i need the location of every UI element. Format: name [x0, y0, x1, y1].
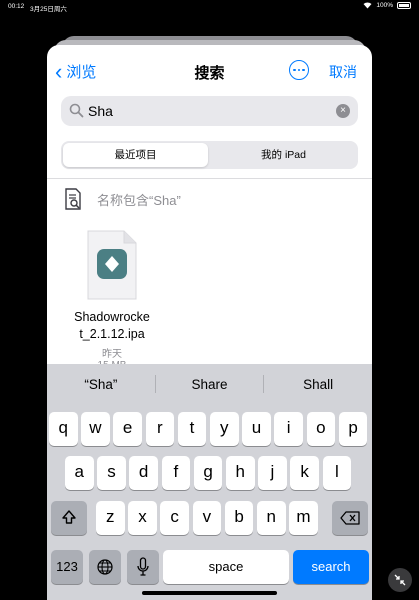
prediction-3[interactable]: Shall — [264, 377, 372, 392]
status-date: 3月25日周六 — [30, 6, 67, 13]
key-w[interactable]: w — [81, 412, 110, 446]
key-g[interactable]: g — [193, 456, 223, 490]
key-t[interactable]: t — [177, 412, 207, 446]
key-a[interactable]: a — [65, 456, 94, 490]
document-search-icon — [65, 188, 81, 210]
key-r[interactable]: r — [145, 412, 175, 446]
status-right: 100% — [363, 2, 411, 9]
key-x[interactable]: x — [128, 501, 157, 535]
battery-percent: 100% — [376, 2, 393, 9]
key-h[interactable]: h — [226, 456, 255, 490]
key-q[interactable]: q — [49, 412, 78, 446]
globe-icon — [97, 559, 113, 575]
screen: 00:12 3月25日周六 100% ‹ 浏览 搜索 取消 × — [0, 0, 419, 600]
battery-icon — [397, 2, 411, 9]
file-name-line-1: Shadowrocke — [74, 310, 150, 324]
search-suggestion[interactable]: 名称包含“Sha” — [63, 187, 181, 211]
search-bar[interactable]: × — [61, 96, 358, 126]
segment-recents[interactable]: 最近项目 — [63, 143, 208, 167]
search-icon — [69, 103, 84, 118]
key-e[interactable]: e — [113, 412, 142, 446]
space-key[interactable]: space — [163, 550, 289, 584]
delete-key[interactable] — [332, 501, 368, 535]
prediction-1[interactable]: “Sha” — [47, 377, 155, 392]
key-l[interactable]: l — [322, 456, 352, 490]
search-input[interactable] — [88, 100, 328, 122]
prediction-2[interactable]: Share — [156, 377, 264, 392]
key-j[interactable]: j — [258, 456, 287, 490]
key-y[interactable]: y — [210, 412, 239, 446]
ipa-file-icon — [87, 230, 137, 300]
key-v[interactable]: v — [192, 501, 222, 535]
file-name-line-2: t_2.1.12.ipa — [79, 327, 145, 341]
key-i[interactable]: i — [274, 412, 303, 446]
prediction-bar: “Sha” Share Shall — [47, 364, 372, 404]
key-m[interactable]: m — [289, 501, 318, 535]
key-z[interactable]: z — [96, 501, 125, 535]
file-thumbnail — [86, 229, 138, 301]
scope-segmented-control[interactable]: 最近项目 我的 iPad — [61, 141, 358, 169]
key-b[interactable]: b — [224, 501, 254, 535]
divider — [47, 178, 372, 179]
collapse-arrows-icon[interactable] — [388, 568, 412, 592]
wifi-icon — [363, 2, 372, 9]
more-options-icon[interactable] — [289, 60, 309, 80]
key-s[interactable]: s — [97, 456, 126, 490]
suggestion-text: 名称包含“Sha” — [97, 192, 181, 208]
shift-icon — [62, 510, 76, 524]
segment-my-ipad[interactable]: 我的 iPad — [211, 143, 356, 167]
globe-key[interactable] — [89, 550, 121, 584]
keyboard: “Sha” Share Shall qwertyuiop asdfghjkl zxc… — [47, 364, 372, 600]
numbers-key[interactable]: 123 — [51, 550, 83, 584]
status-bar: 00:12 3月25日周六 100% — [0, 0, 419, 14]
file-item[interactable]: Shadowrocke t_2.1.12.ipa 昨天 15 MB — [67, 229, 157, 366]
key-p[interactable]: p — [338, 412, 368, 446]
file-date: 昨天 — [102, 349, 122, 360]
key-n[interactable]: n — [257, 501, 286, 535]
key-o[interactable]: o — [306, 412, 336, 446]
shift-key[interactable] — [51, 501, 87, 535]
key-c[interactable]: c — [160, 501, 189, 535]
key-d[interactable]: d — [129, 456, 158, 490]
cancel-button[interactable]: 取消 — [329, 62, 357, 82]
key-u[interactable]: u — [242, 412, 271, 446]
microphone-icon — [137, 557, 149, 576]
status-time: 00:12 — [8, 3, 25, 10]
search-key[interactable]: search — [293, 550, 369, 584]
home-indicator — [142, 591, 277, 595]
dictation-key[interactable] — [127, 550, 159, 584]
clear-search-icon[interactable]: × — [336, 104, 350, 118]
page-title: 搜索 — [194, 65, 225, 82]
backspace-icon — [340, 511, 360, 525]
nav-bar: ‹ 浏览 搜索 取消 — [47, 45, 372, 93]
key-f[interactable]: f — [161, 456, 191, 490]
file-name: Shadowrocke t_2.1.12.ipa — [67, 309, 157, 343]
key-k[interactable]: k — [290, 456, 319, 490]
